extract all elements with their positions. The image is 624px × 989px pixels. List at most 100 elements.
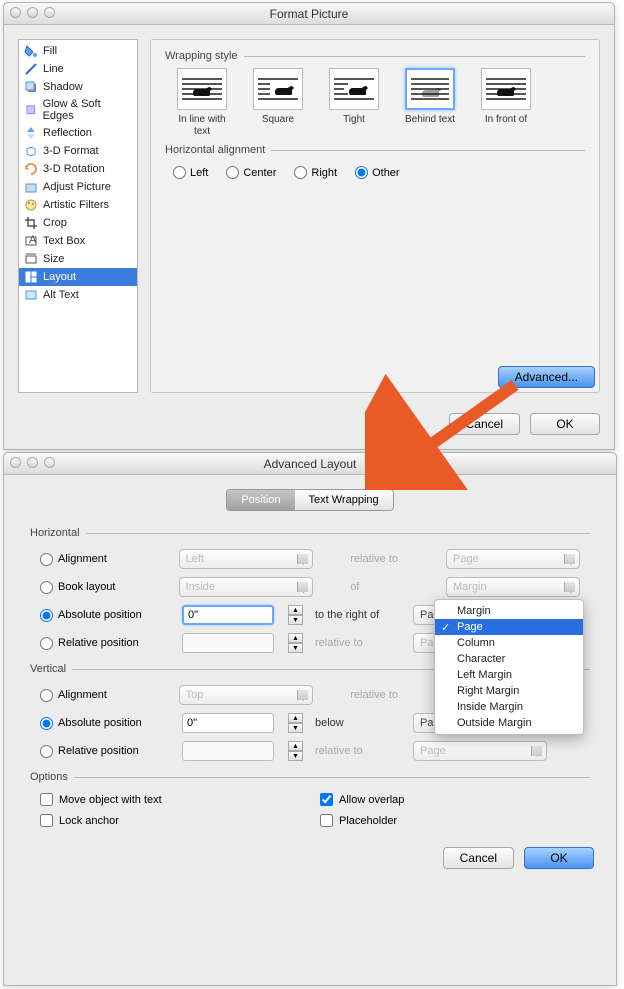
stepper[interactable]: ▲▼ — [288, 741, 303, 761]
sidebar-item-3drotation[interactable]: 3-D Rotation — [19, 160, 137, 178]
wrap-opt-label: Square — [262, 114, 294, 138]
menu-item-inside-margin[interactable]: Inside Margin — [435, 699, 583, 715]
horizontal-alignment-options: Left Center Right Other — [165, 162, 585, 181]
stepper[interactable]: ▲▼ — [288, 713, 303, 733]
checkbox-lock-anchor[interactable]: Lock anchor — [30, 810, 310, 831]
sidebar-item-shadow[interactable]: Shadow — [19, 78, 137, 96]
cube-icon — [24, 144, 38, 158]
radio-h-relative[interactable] — [40, 637, 53, 650]
v-relative-rel-select[interactable]: Page▴▾ — [413, 741, 547, 761]
step-up-icon[interactable]: ▲ — [288, 633, 303, 643]
checkbox-label: Allow overlap — [339, 794, 404, 806]
tab-position[interactable]: Position — [227, 490, 294, 510]
tab-text-wrapping[interactable]: Text Wrapping — [295, 490, 393, 510]
minimize-icon[interactable] — [27, 7, 38, 18]
h-absolute-input[interactable] — [182, 605, 274, 625]
wrap-tight[interactable]: Tight — [323, 68, 385, 138]
ok-button[interactable]: OK — [524, 847, 594, 869]
radio-right[interactable]: Right — [294, 166, 337, 179]
sidebar-item-adjust[interactable]: Adjust Picture — [19, 178, 137, 196]
v-absolute-input[interactable] — [182, 713, 274, 733]
menu-item-margin[interactable]: Margin — [435, 603, 583, 619]
chevron-icon: ▴▾ — [302, 555, 306, 565]
radio-v-relative[interactable] — [40, 745, 53, 758]
h-alignment-row: Alignment Left▴▾ relative to Page▴▾ — [30, 545, 590, 573]
checkbox-label: Lock anchor — [59, 815, 119, 827]
step-up-icon[interactable]: ▲ — [288, 605, 303, 615]
sidebar-item-glow[interactable]: Glow & Soft Edges — [19, 96, 137, 124]
step-up-icon[interactable]: ▲ — [288, 713, 303, 723]
v-relative-input — [182, 741, 274, 761]
menu-item-outside-margin[interactable]: Outside Margin — [435, 715, 583, 731]
cancel-button[interactable]: Cancel — [449, 413, 520, 435]
menu-item-left-margin[interactable]: Left Margin — [435, 667, 583, 683]
sidebar-item-size[interactable]: Size — [19, 250, 137, 268]
step-down-icon[interactable]: ▼ — [288, 751, 303, 761]
sidebar-item-layout[interactable]: Layout — [19, 268, 137, 286]
radio-label: Right — [311, 167, 337, 179]
window-title: Format Picture — [4, 3, 614, 25]
ok-button[interactable]: OK — [530, 413, 600, 435]
sidebar-item-label: Crop — [43, 217, 67, 229]
radio-left[interactable]: Left — [173, 166, 208, 179]
wrapping-style-options: In line with text Square Tight Behind te… — [165, 68, 585, 138]
h-book-select[interactable]: Inside▴▾ — [179, 577, 313, 597]
sidebar-item-reflection[interactable]: Reflection — [19, 124, 137, 142]
step-down-icon[interactable]: ▼ — [288, 615, 303, 625]
row-label: Alignment — [58, 689, 107, 701]
wrap-opt-label: In front of — [485, 114, 527, 138]
wrap-behind[interactable]: Behind text — [399, 68, 461, 138]
wrap-inline[interactable]: In line with text — [171, 68, 233, 138]
step-down-icon[interactable]: ▼ — [288, 723, 303, 733]
sidebar-item-textbox[interactable]: AText Box — [19, 232, 137, 250]
radio-v-alignment[interactable] — [40, 689, 53, 702]
v-relative-row: Relative position ▲▼ relative to Page▴▾ — [30, 737, 590, 765]
checkbox-placeholder[interactable]: Placeholder — [310, 810, 590, 831]
menu-item-right-margin[interactable]: Right Margin — [435, 683, 583, 699]
radio-h-alignment[interactable] — [40, 553, 53, 566]
svg-text:A: A — [29, 234, 37, 246]
sidebar-item-line[interactable]: Line — [19, 60, 137, 78]
crop-icon — [24, 216, 38, 230]
relative-to-label: relative to — [350, 553, 434, 565]
stepper[interactable]: ▲▼ — [288, 605, 303, 625]
sidebar-item-3dformat[interactable]: 3-D Format — [19, 142, 137, 160]
sidebar-item-label: 3-D Rotation — [43, 163, 105, 175]
h-alignment-select[interactable]: Left▴▾ — [179, 549, 313, 569]
sidebar-item-fill[interactable]: Fill — [19, 42, 137, 60]
checkbox-move-object[interactable]: Move object with text — [30, 789, 310, 810]
tab-bar: Position Text Wrapping — [4, 489, 616, 511]
radio-h-booklayout[interactable] — [40, 581, 53, 594]
h-book-rel-select[interactable]: Margin▴▾ — [446, 577, 580, 597]
v-alignment-select[interactable]: Top▴▾ — [179, 685, 313, 705]
menu-item-character[interactable]: Character — [435, 651, 583, 667]
stepper[interactable]: ▲▼ — [288, 633, 303, 653]
radio-other[interactable]: Other — [355, 166, 400, 179]
sidebar-item-label: Alt Text — [43, 289, 79, 301]
sidebar-item-artistic[interactable]: Artistic Filters — [19, 196, 137, 214]
menu-item-column[interactable]: Column — [435, 635, 583, 651]
checkbox-allow-overlap[interactable]: Allow overlap — [310, 789, 590, 810]
step-up-icon[interactable]: ▲ — [288, 741, 303, 751]
step-down-icon[interactable]: ▼ — [288, 643, 303, 653]
wrap-infront[interactable]: In front of — [475, 68, 537, 138]
radio-v-absolute[interactable] — [40, 717, 53, 730]
zoom-icon[interactable] — [44, 7, 55, 18]
options-group-title: Options — [30, 771, 590, 783]
advanced-button[interactable]: Advanced... — [498, 366, 595, 388]
reflection-icon — [24, 126, 38, 140]
minimize-icon[interactable] — [27, 457, 38, 468]
zoom-icon[interactable] — [44, 457, 55, 468]
sidebar-item-alttext[interactable]: Alt Text — [19, 286, 137, 304]
close-icon[interactable] — [10, 7, 21, 18]
menu-item-page[interactable]: ✓Page — [435, 619, 583, 635]
radio-h-absolute[interactable] — [40, 609, 53, 622]
cancel-button[interactable]: Cancel — [443, 847, 514, 869]
radio-center[interactable]: Center — [226, 166, 276, 179]
alttext-icon — [24, 288, 38, 302]
row-label: Relative position — [58, 637, 139, 649]
h-alignment-rel-select[interactable]: Page▴▾ — [446, 549, 580, 569]
sidebar-item-crop[interactable]: Crop — [19, 214, 137, 232]
wrap-square[interactable]: Square — [247, 68, 309, 138]
close-icon[interactable] — [10, 457, 21, 468]
